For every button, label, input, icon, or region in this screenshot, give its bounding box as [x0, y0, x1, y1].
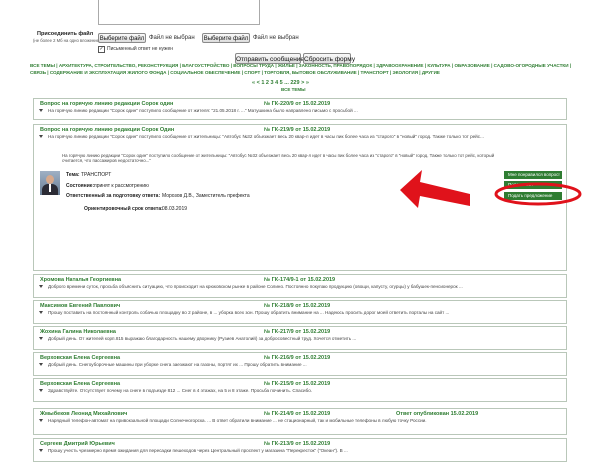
status-label: Состояние: — [66, 183, 95, 189]
card-title[interactable]: Вопрос на горячую линию редакции Сорок О… — [40, 127, 174, 133]
pagination[interactable]: « < 1 2 3 4 5 ... 229 > » — [252, 80, 309, 86]
red-arrow-annotation — [400, 170, 582, 208]
question-card[interactable]: Сергеев Дмитрий Юрьевич № ГК-213/9 от 15.… — [33, 438, 567, 462]
expand-arrow-icon[interactable] — [39, 389, 43, 392]
category-links[interactable]: ВСЕ ТЕМЫ | АРХИТЕКТУРА, СТРОИТЕЛЬСТВО, Р… — [30, 63, 575, 76]
deadline-label: Ориентировочный срок ответа: — [84, 206, 163, 212]
topic-value: ТРАНСПОРТ — [81, 172, 112, 178]
question-card[interactable]: Жмыбеков Леонид Михайлович № ГК-214/9 от … — [33, 408, 567, 435]
card-text: Добрый день. Снегоуборочные машины при у… — [48, 362, 307, 367]
expand-arrow-icon[interactable] — [39, 109, 43, 112]
all-topics-link[interactable]: ВСЕ ТЕМЫ — [281, 87, 305, 92]
question-card[interactable]: Максимов Евгений Павлович № ГК-218/9 от 1… — [33, 300, 567, 324]
card-number: № ГК-218/9 от 15.02.2019 — [264, 303, 331, 309]
card-text: Доброго времени суток, просьба объяснить… — [48, 284, 463, 289]
responsible-label: Ответственный за подготовку ответа: — [66, 193, 161, 199]
card-author[interactable]: Максимов Евгений Павлович — [40, 303, 120, 309]
expand-arrow-icon[interactable] — [39, 285, 43, 288]
card-author[interactable]: Верховская Елена Сергеевна — [40, 355, 120, 361]
no-answer-checkbox[interactable]: ✓ — [98, 46, 105, 53]
topic-label: Тема: — [66, 172, 80, 178]
choose-file-button-1[interactable]: Выберите файл — [98, 33, 146, 43]
official-photo — [40, 171, 60, 195]
expand-arrow-icon[interactable] — [39, 311, 43, 314]
card-number: № ГК-220/9 от 15.02.2019 — [264, 101, 331, 107]
card-text: Прошу учесть чрезмерно время ожидания дл… — [48, 448, 348, 453]
answer-published[interactable]: Ответ опубликован 15.02.2019 — [396, 411, 478, 417]
card-author[interactable]: Сергеев Дмитрий Юрьевич — [40, 441, 115, 447]
question-card[interactable]: Вопрос на горячую линию редакции Сорок о… — [33, 98, 567, 120]
file-textarea-bottom[interactable] — [98, 0, 260, 25]
expand-arrow-icon[interactable] — [39, 449, 43, 452]
card-title[interactable]: Вопрос на горячую линию редакции Сорок о… — [40, 101, 173, 107]
expand-arrow-icon[interactable] — [39, 337, 43, 340]
question-card[interactable]: Хромова Наталья Георгиевна № ГК-174/9-1 о… — [33, 274, 567, 298]
card-number: № ГК-217/9 от 15.02.2019 — [264, 329, 331, 335]
card-number: № ГК-216/9 от 15.02.2019 — [264, 355, 331, 361]
expand-arrow-icon[interactable] — [39, 135, 43, 138]
card-author[interactable]: Жмыбеков Леонид Михайлович — [40, 411, 127, 417]
card-text: Здравствуйте. Отсутствует почему на снег… — [48, 388, 313, 393]
no-file-label-2: Файл не выбран — [253, 35, 299, 41]
attach-label: Присоединить файл — [37, 31, 94, 37]
card-number: № ГК-215/9 от 15.02.2019 — [264, 381, 331, 387]
card-number: № ГК-174/9-1 от 15.02.2019 — [264, 277, 336, 283]
card-author[interactable]: Жохина Галина Николаевна — [40, 329, 116, 335]
card-number: № ГК-219/9 от 15.02.2019 — [264, 127, 331, 133]
expand-arrow-icon[interactable] — [39, 419, 43, 422]
card-number: № ГК-214/9 от 15.02.2019 — [264, 411, 331, 417]
question-card[interactable]: Жохина Галина Николаевна № ГК-217/9 от 15… — [33, 326, 567, 350]
card-text: Прошу поставить на постоянный контроль с… — [48, 310, 450, 315]
question-card[interactable]: Верховская Елена Сергеевна № ГК-216/9 от … — [33, 352, 567, 376]
choose-file-button-2[interactable]: Выберите файл — [202, 33, 250, 43]
card-text: Добрый день. От жителей корп.815 выражаю… — [48, 336, 357, 341]
responsible-value: Морозов Д.В., Заместитель префекта — [162, 193, 250, 199]
no-file-label-1: Файл не выбран — [149, 35, 195, 41]
card-text: На горячую линию редакции "Сорок один" п… — [48, 108, 358, 113]
attach-hint: (не более 2 Мб на одно вложение) — [33, 38, 101, 43]
card-author[interactable]: Хромова Наталья Георгиевна — [40, 277, 121, 283]
card-number: № ГК-213/9 от 15.02.2019 — [264, 441, 331, 447]
no-answer-label: Письменный ответ не нужен — [107, 46, 173, 52]
card-text: На горячую линию редакции "Сорок один" п… — [48, 134, 484, 139]
status-value: принят к рассмотрению — [94, 183, 149, 189]
card-text: Нарядный телефон-автомат на привокзально… — [48, 418, 427, 423]
expand-arrow-icon[interactable] — [39, 363, 43, 366]
deadline-value: 08.03.2019 — [162, 206, 188, 212]
question-card[interactable]: Верховская Елена Сергеевна № ГК-215/9 от … — [33, 378, 567, 402]
card-author[interactable]: Верховская Елена Сергеевна — [40, 381, 120, 387]
